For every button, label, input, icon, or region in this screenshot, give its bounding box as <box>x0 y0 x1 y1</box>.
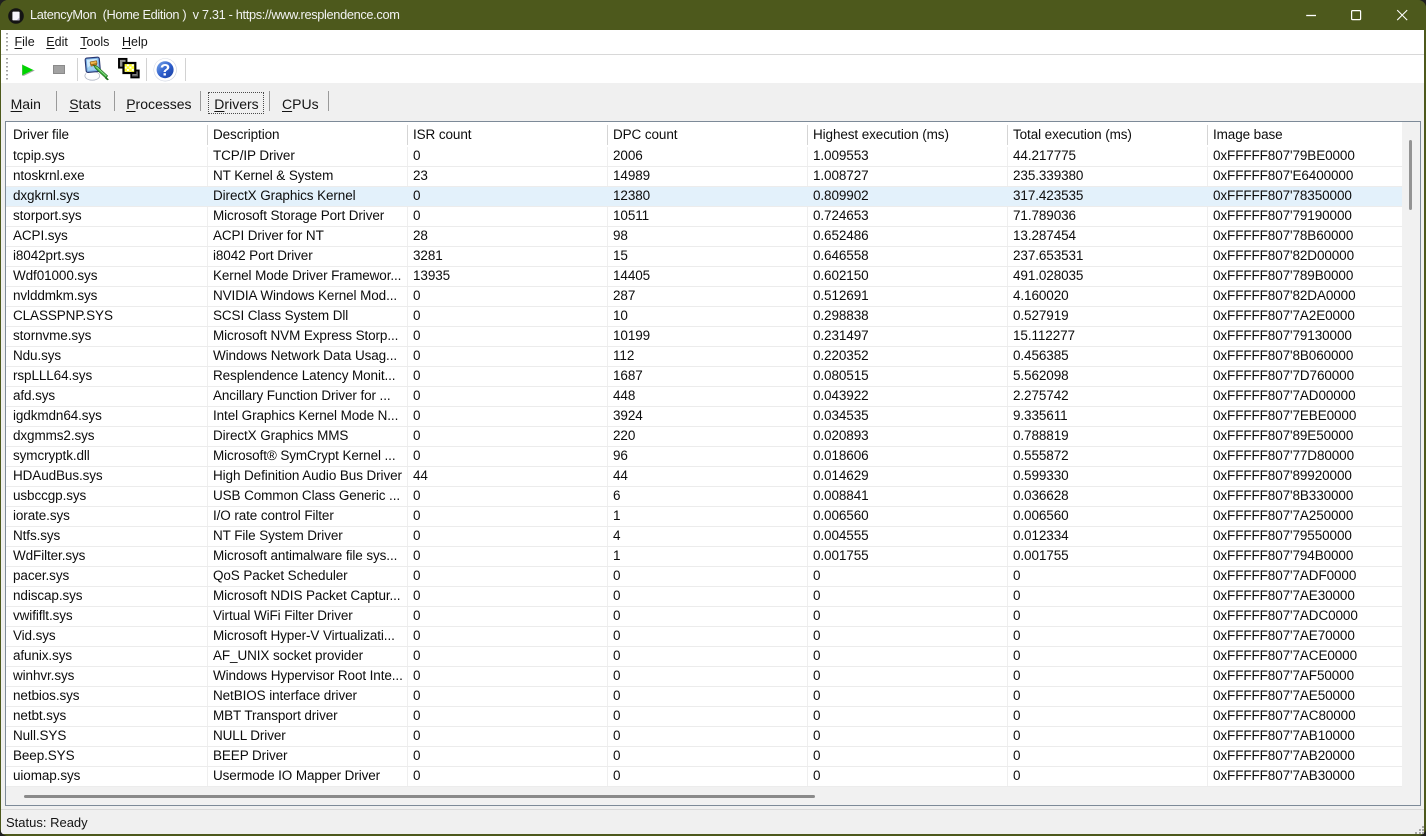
svg-text:?: ? <box>160 61 170 80</box>
